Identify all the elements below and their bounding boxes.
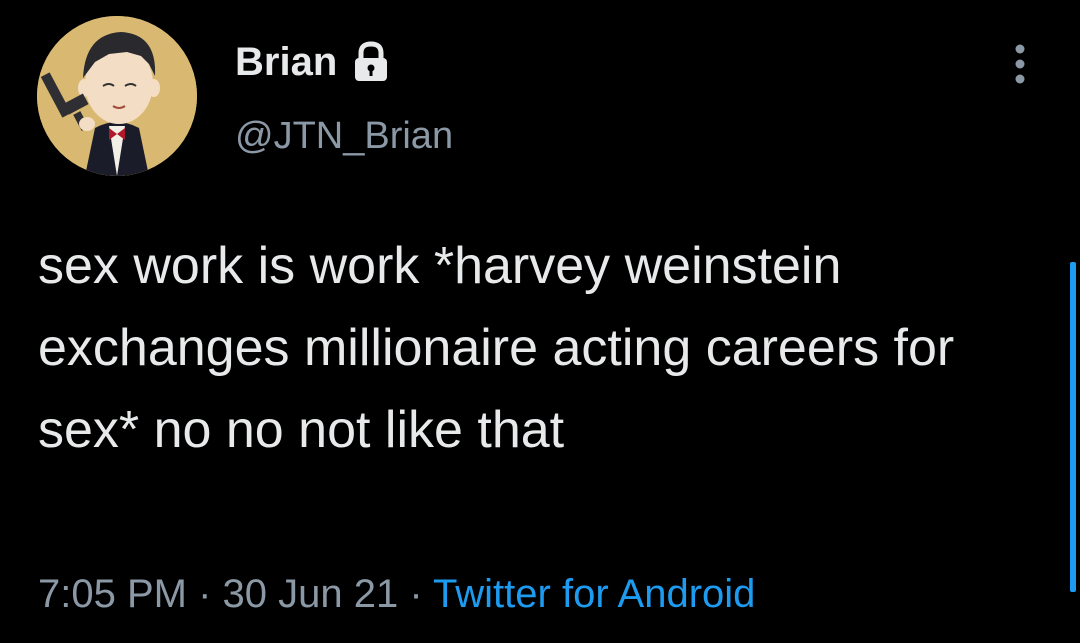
author-display-name[interactable]: Brian [235,38,337,86]
tweet-card: Brian @JTN_Brian sex work is work *harve… [0,0,1080,643]
tweet-meta: 7:05 PM · 30 Jun 21 · Twitter for Androi… [38,570,755,618]
author-name-row: Brian [235,38,391,86]
meta-separator: · [398,572,434,616]
scrollbar[interactable] [1070,262,1076,592]
more-vertical-icon[interactable] [1004,44,1036,84]
avatar[interactable] [37,16,197,176]
lock-icon [351,41,391,83]
avatar-image [37,16,197,176]
author-handle[interactable]: @JTN_Brian [235,113,453,159]
tweet-text: sex work is work *harvey weinstein excha… [38,237,955,459]
meta-separator: · [186,572,223,616]
tweet-date[interactable]: 30 Jun 21 [223,572,399,616]
tweet-source-link[interactable]: Twitter for Android [433,572,755,616]
tweet-time[interactable]: 7:05 PM [38,572,187,616]
